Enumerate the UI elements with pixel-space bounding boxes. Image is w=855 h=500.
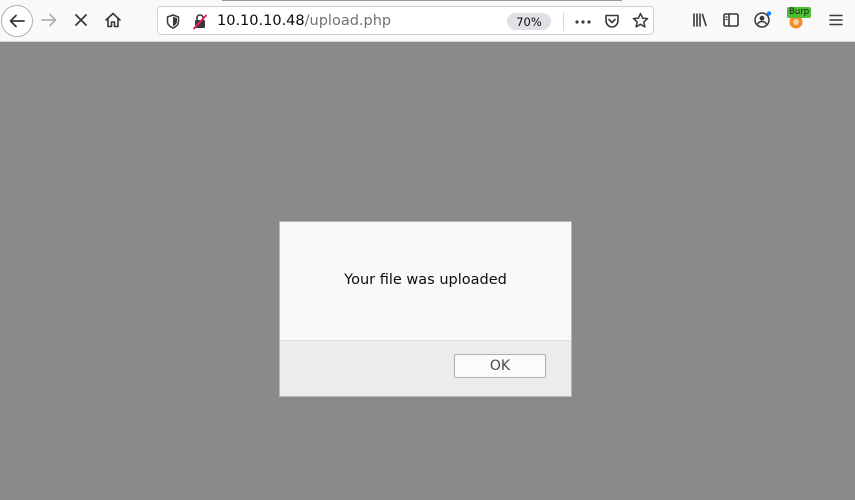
url-text[interactable]: 10.10.10.48/upload.php bbox=[217, 12, 391, 30]
url-path: /upload.php bbox=[304, 13, 392, 29]
url-bar-divider bbox=[563, 12, 564, 31]
ok-button[interactable]: OK bbox=[454, 354, 546, 378]
library-button[interactable] bbox=[685, 5, 715, 35]
dialog-footer: OK bbox=[280, 340, 571, 396]
stop-icon bbox=[75, 14, 87, 26]
sidebar-button[interactable] bbox=[716, 5, 746, 35]
sidebar-icon bbox=[723, 13, 739, 27]
forward-arrow-icon bbox=[41, 13, 57, 27]
url-bar[interactable]: 10.10.10.48/upload.php 70% bbox=[157, 6, 654, 35]
alert-dialog: Your file was uploaded OK bbox=[279, 221, 572, 397]
star-icon[interactable] bbox=[632, 12, 649, 29]
home-icon bbox=[105, 12, 121, 28]
alert-message: Your file was uploaded bbox=[344, 272, 507, 288]
account-icon bbox=[754, 11, 772, 28]
menu-button[interactable] bbox=[821, 5, 851, 35]
home-button[interactable] bbox=[98, 5, 128, 35]
pocket-icon[interactable] bbox=[604, 13, 620, 29]
forward-button[interactable] bbox=[34, 5, 64, 35]
back-button[interactable] bbox=[1, 5, 33, 37]
shield-icon[interactable] bbox=[166, 14, 180, 29]
account-button[interactable] bbox=[748, 5, 778, 35]
back-arrow-icon bbox=[9, 14, 25, 28]
zoom-level-button[interactable]: 70% bbox=[507, 13, 551, 30]
browser-toolbar: 10.10.10.48/upload.php 70% Burp bbox=[0, 0, 855, 42]
burp-badge: Burp bbox=[787, 7, 812, 18]
hamburger-menu-icon bbox=[829, 14, 843, 26]
stop-button[interactable] bbox=[66, 5, 96, 35]
library-icon bbox=[693, 13, 707, 27]
url-host: 10.10.10.48 bbox=[217, 13, 305, 29]
more-icon[interactable] bbox=[574, 13, 592, 31]
page-load-indicator bbox=[222, 0, 622, 1]
insecure-lock-icon[interactable] bbox=[192, 13, 208, 30]
